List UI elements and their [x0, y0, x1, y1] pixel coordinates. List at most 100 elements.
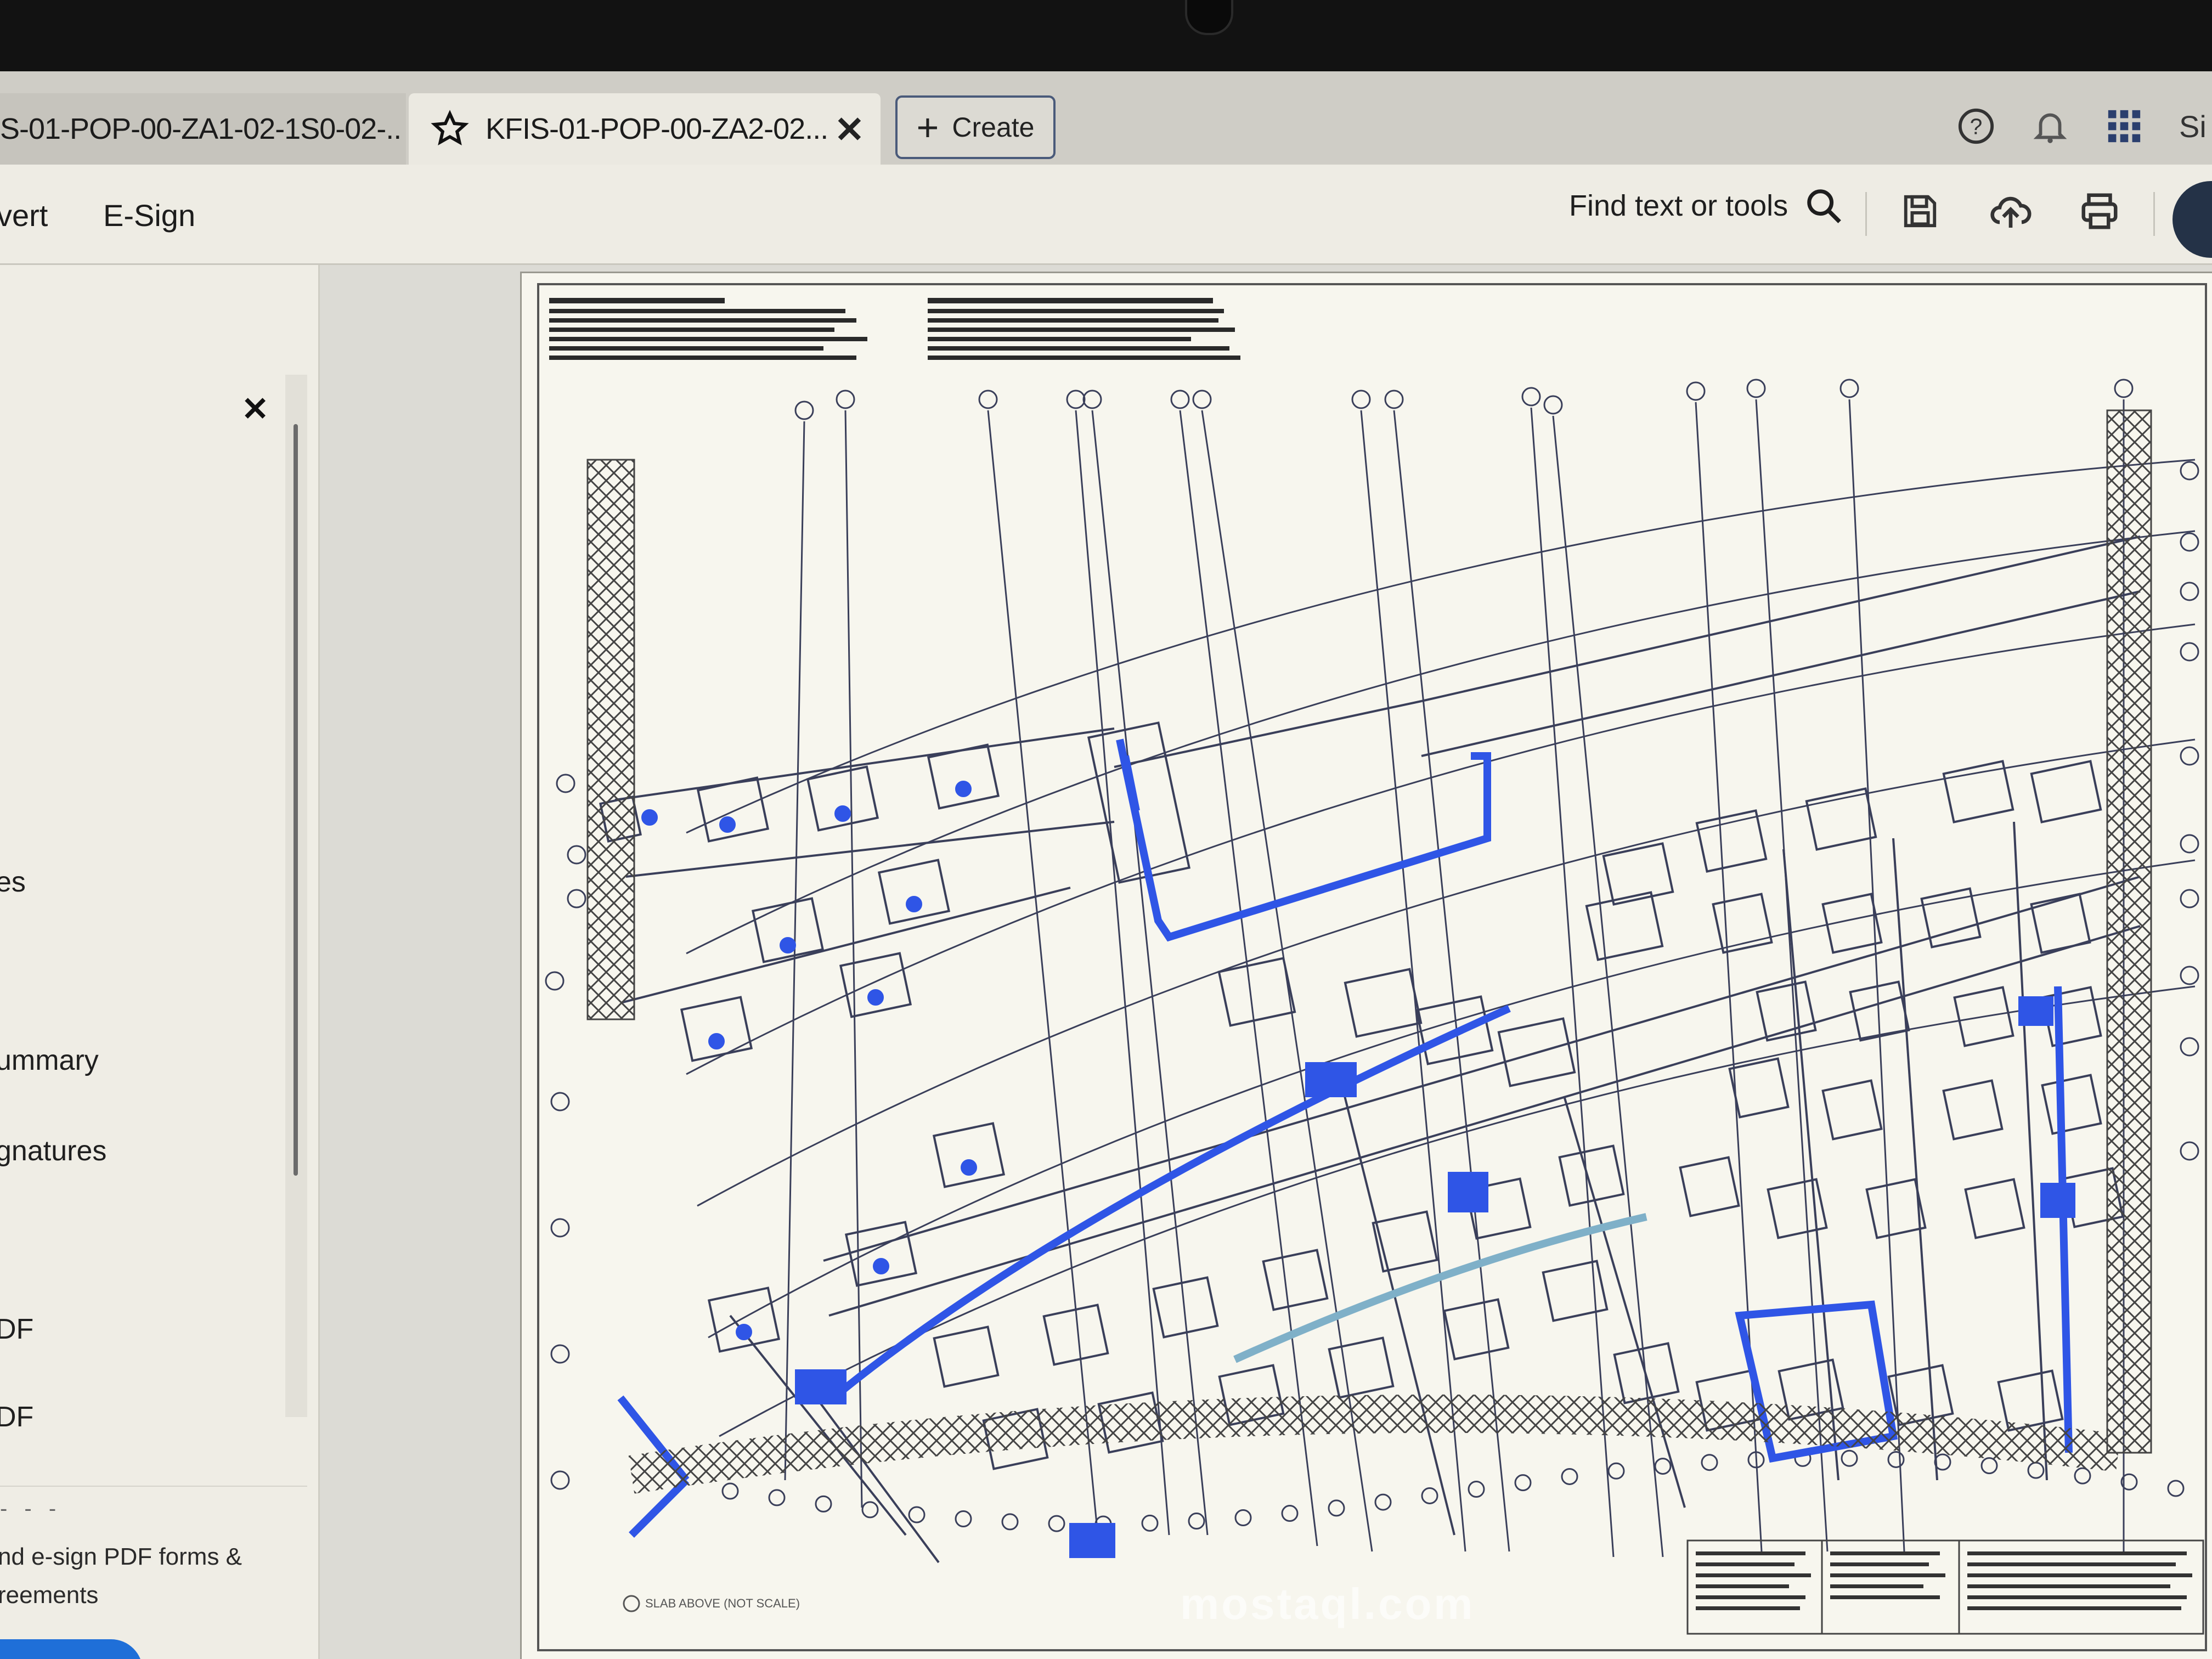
hatched-wall — [2106, 409, 2152, 1454]
monitor-bezel — [0, 0, 2212, 77]
highlight-marker — [867, 989, 884, 1006]
promo-text: nd e-sign PDF forms & reements — [0, 1538, 242, 1615]
svg-text:?: ? — [1970, 114, 1983, 139]
tab-document-2[interactable]: KFIS-01-POP-00-ZA2-02... ✕ — [409, 93, 881, 165]
grid-bubble — [1281, 1505, 1299, 1522]
bell-icon[interactable] — [2028, 104, 2072, 148]
structural-element — [877, 859, 951, 925]
grid-bubble — [1980, 1457, 1998, 1475]
plus-icon: + — [916, 106, 939, 149]
structural-element — [680, 996, 753, 1062]
grid-bubble — [978, 390, 998, 409]
print-icon[interactable] — [2075, 187, 2124, 236]
promo-line: reements — [0, 1582, 99, 1609]
grid-bubble — [1192, 390, 1212, 409]
structural-element — [1695, 809, 1768, 873]
structural-element — [1942, 760, 2015, 823]
structural-element — [1767, 1178, 1828, 1239]
grid-bubble — [1841, 1449, 1858, 1467]
document-viewer: SLAB ABOVE (NOT SCALE) mostaql.com — [320, 265, 2212, 1659]
grid-bubble — [550, 1092, 570, 1111]
save-icon[interactable] — [1895, 187, 1945, 236]
grid-bubble — [794, 400, 814, 420]
close-icon[interactable]: ✕ — [241, 390, 269, 428]
grid-bubble — [1521, 387, 1541, 407]
grid-bubble — [1170, 390, 1190, 409]
grid-line — [1530, 407, 1615, 1558]
structural-element — [1328, 1336, 1395, 1399]
find-label: Find text or tools — [1569, 189, 1788, 222]
wall-line — [625, 821, 1115, 878]
menu-convert[interactable]: vert — [0, 198, 48, 233]
grid-bubble — [1468, 1480, 1485, 1498]
grid-bubble — [1701, 1454, 1718, 1471]
hatched-wall — [628, 1394, 2120, 1494]
grid-bubble — [836, 390, 855, 409]
highlight-block — [1069, 1523, 1115, 1558]
grid-bubble — [768, 1489, 786, 1506]
panel-item-signatures[interactable]: gnatures — [0, 1135, 106, 1167]
grid-bubble — [721, 1482, 739, 1500]
panel-item[interactable]: es — [0, 866, 26, 899]
grid-bubble — [1351, 390, 1371, 409]
tab-label: S-01-POP-00-ZA1-02-1S0-02-.. — [0, 112, 402, 145]
star-icon[interactable] — [431, 110, 469, 148]
left-tools-panel: ✕ es ummary gnatures DF DF - - - nd e-si… — [0, 265, 320, 1659]
panel-item-summary[interactable]: ummary — [0, 1044, 99, 1077]
structural-element — [1344, 968, 1423, 1038]
grid-bubble — [2167, 1480, 2185, 1497]
grid-bubble — [550, 1470, 570, 1490]
wall-line — [1344, 1096, 1455, 1536]
structural-element — [1728, 1057, 1790, 1119]
grid-bubble — [1561, 1468, 1578, 1485]
free-trial-button[interactable]: ree trial — [0, 1639, 143, 1659]
grid-line — [844, 410, 863, 1508]
grid-bubble — [2180, 834, 2199, 854]
structural-element — [1997, 1369, 2064, 1432]
panel-item-pdf[interactable]: DF — [0, 1401, 33, 1434]
panel-item-pdf[interactable]: DF — [0, 1313, 33, 1346]
footer-note: SLAB ABOVE (NOT SCALE) — [645, 1596, 800, 1610]
grid-bubble — [567, 889, 586, 909]
highlight-marker — [834, 805, 851, 822]
structural-element — [1372, 1210, 1438, 1273]
apps-grid-icon[interactable] — [2102, 104, 2146, 148]
highlight-marker — [961, 1159, 977, 1176]
grid-bubble — [2180, 966, 2199, 985]
structural-element — [1262, 1249, 1329, 1311]
highlight-marker — [955, 781, 972, 797]
grid-bubble — [1421, 1487, 1438, 1504]
webcam — [1185, 0, 1233, 35]
highlight-marker — [780, 937, 796, 953]
highlight-marker — [736, 1324, 752, 1340]
cloud-upload-icon[interactable] — [1986, 187, 2035, 236]
wall-line — [1421, 535, 2141, 702]
wall-line — [1892, 838, 1938, 1481]
tab-document-1[interactable]: S-01-POP-00-ZA1-02-1S0-02-.. — [0, 93, 406, 165]
grid-bubble — [1188, 1513, 1205, 1530]
create-button[interactable]: + Create — [895, 95, 1056, 159]
grid-arc — [686, 459, 2196, 834]
highlight-wall — [2054, 986, 2073, 1453]
panel-scrollbar-thumb[interactable] — [294, 424, 298, 1176]
structural-element — [1942, 1079, 2004, 1141]
avatar[interactable] — [2172, 181, 2212, 258]
wall-line — [614, 727, 1115, 801]
grid-bubble — [2027, 1462, 2045, 1479]
structural-element — [1443, 1298, 1510, 1361]
menu-esign[interactable]: E-Sign — [103, 198, 195, 233]
grid-bubble — [1654, 1458, 1672, 1475]
grid-bubble — [1234, 1509, 1252, 1527]
search-icon — [1807, 189, 1842, 223]
grid-bubble — [1607, 1462, 1625, 1480]
close-icon[interactable]: ✕ — [834, 109, 865, 151]
highlight-block — [2018, 996, 2053, 1026]
grid-line — [1091, 410, 1209, 1536]
find-tools-search[interactable]: Find text or tools — [1569, 187, 1843, 225]
wall-line — [1421, 590, 2141, 757]
grid-bubble — [2180, 461, 2199, 481]
legend-text — [1696, 1551, 2192, 1610]
sign-in-link[interactable]: Si — [2179, 109, 2212, 144]
highlight-wall — [1121, 755, 1140, 812]
help-icon[interactable]: ? — [1954, 104, 1998, 148]
